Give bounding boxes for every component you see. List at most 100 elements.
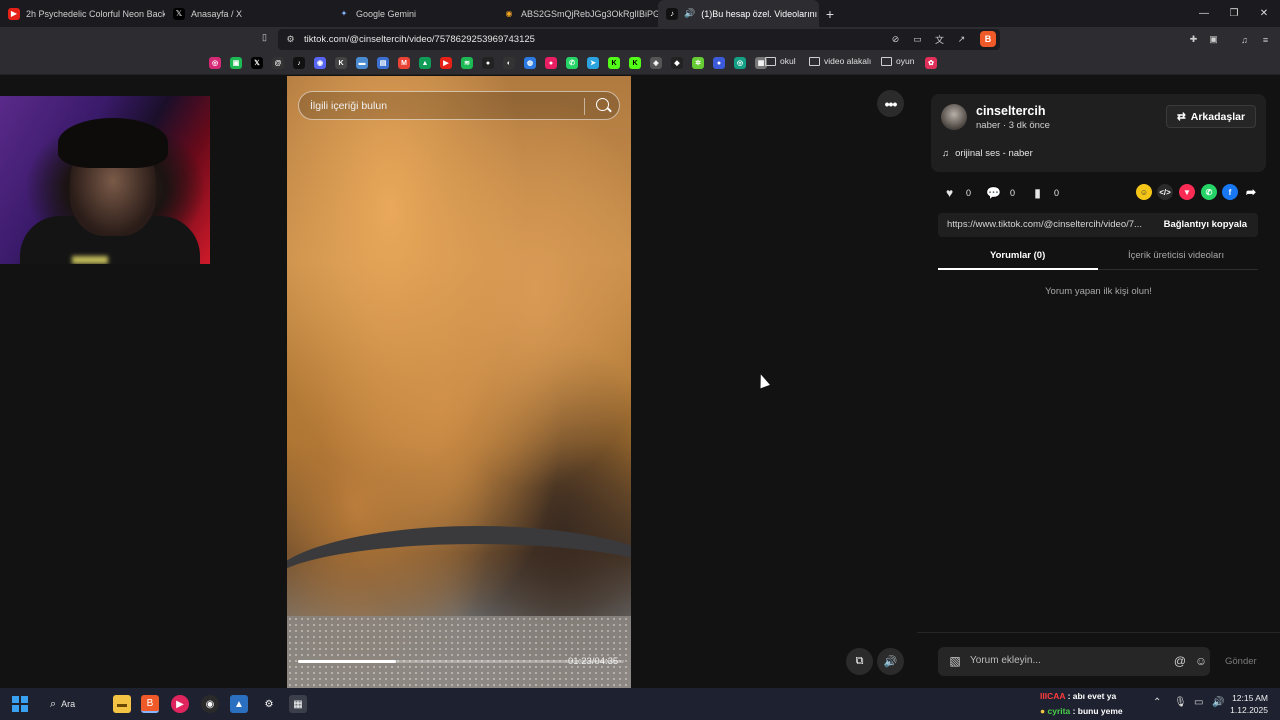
tiktok-icon[interactable]: ♪ [293,57,305,69]
cast-icon[interactable]: ▭ [910,32,925,47]
bookmark-app-icon[interactable]: ◎ [734,57,746,69]
bookmark-folder-oyun[interactable]: oyun [881,56,914,66]
whatsapp-icon[interactable]: ✆ [566,57,578,69]
bookmark-app-icon[interactable]: ● [482,57,494,69]
taskbar-search-button[interactable]: ⌕ Ara [50,695,75,713]
kick-icon[interactable]: K [335,57,347,69]
site-settings-icon[interactable]: ⚙ [283,32,298,47]
tab-title: Google Gemini [356,8,417,19]
volume-icon[interactable]: 🔊 [1212,697,1224,708]
menu-icon[interactable]: ≡ [1258,32,1273,47]
chat-message: : abı evet ya [1067,691,1117,701]
gmail-icon[interactable]: M [398,57,410,69]
music-link[interactable]: ♫ orijinal ses - naber [942,148,1033,159]
photos-icon[interactable]: ▲ [230,695,248,713]
chevron-up-icon[interactable]: ⌃ [1153,697,1161,708]
volume-button[interactable]: 🔊 [877,648,904,675]
more-options-button[interactable]: ••• [877,90,904,117]
discord-icon[interactable]: ◉ [314,57,326,69]
repost-icon[interactable]: ☺ [1136,184,1152,200]
microphone-icon[interactable]: 🎙 [1174,697,1187,708]
share-page-icon[interactable]: ↗ [954,32,969,47]
tab-comments[interactable]: Yorumlar (0) [990,250,1045,261]
active-tab-indicator [938,268,1098,270]
restore-icon[interactable]: ❐ [1218,0,1250,27]
threads-icon[interactable]: @ [272,57,284,69]
brave-shields-icon[interactable]: B [980,31,996,47]
whatsapp-icon[interactable]: ✆ [1201,184,1217,200]
network-icon[interactable]: ▭ [1194,697,1203,708]
save-button[interactable]: ▮ 0 [1029,184,1059,201]
related-content-search[interactable]: İlgili içeriği bulun [298,91,620,120]
bookmark-app-icon[interactable]: ◍ [524,57,536,69]
comment-input[interactable]: ▧ Yorum ekleyin... @ ☺ [938,647,1210,676]
send-to-friend-icon[interactable]: ▼ [1179,184,1195,200]
telegram-icon[interactable]: ➤ [587,57,599,69]
browser-tab-colab[interactable]: ◉ ABS2GSmQjRebJGg3OkRglIBiPG9W [495,0,659,27]
bookmark-app-icon[interactable]: ◆ [671,57,683,69]
bookmark-app-icon[interactable]: ▣ [230,57,242,69]
steam-icon[interactable]: ⚙ [260,695,278,713]
kick-icon[interactable]: K [629,57,641,69]
browser-tab-gemini[interactable]: ✦ Google Gemini [330,0,495,27]
mention-icon[interactable]: @ [1172,653,1188,669]
send-comment-button[interactable]: Gönder [1225,656,1257,667]
browser-tab-tiktok[interactable]: ♪ 🔊 (1)Bu hesap özel. Videolarını ✕ [658,0,819,27]
bookmark-app-icon[interactable]: ✿ [925,57,937,69]
video-details-panel: cinseltercih naber · 3 dk önce ⇄ Arkadaş… [917,76,1280,688]
windows-start-icon[interactable] [12,696,28,712]
bookmark-icon[interactable]: ▯ [257,30,272,45]
system-clock[interactable]: 12:15 AM 1.12.2025 [1230,692,1268,716]
bookmark-app-icon[interactable]: ▬ [356,57,368,69]
avatar[interactable] [941,104,967,130]
sidebar-icon[interactable]: ▣ [1206,32,1221,47]
mouse-cursor [756,372,770,389]
share-link-text[interactable]: https://www.tiktok.com/@cinseltercih/vid… [947,219,1142,230]
browser-tab-x[interactable]: 𝕏 Anasayfa / X [165,0,330,27]
file-explorer-icon[interactable]: ▬ [113,695,131,713]
bookmark-icon: ▮ [1034,185,1041,200]
friends-button[interactable]: ⇄ Arkadaşlar [1166,105,1256,128]
translate-icon[interactable]: 文 [932,32,947,47]
folder-label: video alakalı [824,56,872,66]
bookmark-folder-okul[interactable]: okul [765,56,796,66]
comment-button[interactable]: 💬 0 [985,184,1015,201]
facebook-icon[interactable]: f [1222,184,1238,200]
image-icon[interactable]: ▧ [947,653,963,669]
embed-icon[interactable]: </> [1157,184,1173,200]
bookmark-folder-video[interactable]: video alakalı [809,56,871,66]
youtube-icon[interactable]: ▶ [440,57,452,69]
docs-icon[interactable]: ▤ [377,57,389,69]
close-window-icon[interactable]: ✕ [1248,0,1280,27]
miniplayer-button[interactable]: ⧉ [846,648,873,675]
creator-name[interactable]: cinseltercih [976,104,1045,118]
video-player[interactable] [287,76,631,688]
spotify-icon[interactable]: ≋ [461,57,473,69]
brave-browser-icon[interactable]: B [141,695,159,713]
minimize-icon[interactable]: — [1188,0,1220,27]
media-player-icon[interactable]: ▶ [171,695,189,713]
new-tab-button[interactable]: + [819,6,841,22]
media-icon[interactable]: ♫ [1237,32,1252,47]
github-icon[interactable]: ◐ [503,57,515,69]
like-button[interactable]: ♥ 0 [941,184,971,201]
drive-icon[interactable]: ▲ [419,57,431,69]
obs-icon[interactable]: ◉ [201,695,219,713]
tab-creator-videos[interactable]: İçerik üreticisi videoları [1128,250,1224,261]
bookmark-app-icon[interactable]: ◈ [650,57,662,69]
calculator-icon[interactable]: ▦ [289,695,307,713]
browser-tab-youtube[interactable]: ▶ 2h Psychedelic Colorful Neon Backg [0,0,165,27]
kick-icon[interactable]: K [608,57,620,69]
instagram-icon[interactable]: ◎ [209,57,221,69]
bookmark-app-icon[interactable]: ● [713,57,725,69]
emoji-icon[interactable]: ☺ [1193,653,1209,669]
search-icon[interactable] [596,98,609,111]
share-arrow-icon[interactable]: ➦ [1243,184,1259,200]
bookmark-app-icon[interactable]: ✲ [692,57,704,69]
bookmark-app-icon[interactable]: ● [545,57,557,69]
x-icon[interactable]: 𝕏 [251,57,263,69]
no-cast-icon[interactable]: ⊘ [888,32,903,47]
copy-link-button[interactable]: Bağlantıyı kopyala [1164,219,1247,230]
extensions-icon[interactable]: ✚ [1186,32,1201,47]
address-bar[interactable]: ⚙ tiktok.com/@cinseltercih/video/7578629… [278,29,1000,50]
